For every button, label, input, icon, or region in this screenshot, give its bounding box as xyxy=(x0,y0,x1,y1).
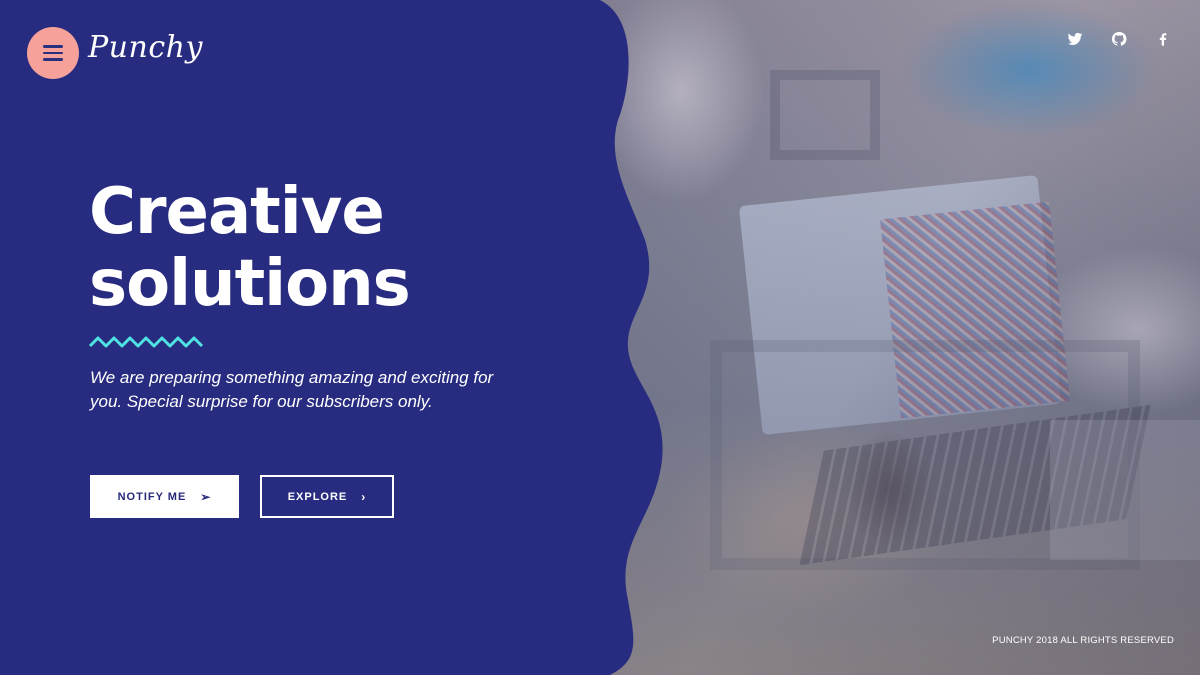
hero-title: Creative solutions xyxy=(89,176,509,320)
explore-button[interactable]: EXPLORE › xyxy=(260,475,394,518)
menu-button[interactable] xyxy=(27,27,79,79)
chevron-right-icon: › xyxy=(361,489,367,504)
facebook-icon[interactable] xyxy=(1154,30,1172,48)
github-icon[interactable] xyxy=(1110,30,1128,48)
hero-title-line2: solutions xyxy=(89,247,411,321)
social-links xyxy=(1066,30,1172,48)
twitter-icon[interactable] xyxy=(1066,30,1084,48)
copyright-text: PUNCHY 2018 ALL RIGHTS RESERVED xyxy=(992,635,1174,646)
zigzag-divider xyxy=(89,336,204,348)
explore-label: EXPLORE xyxy=(287,490,348,503)
hero-title-line1: Creative xyxy=(89,175,385,249)
brand-logo[interactable]: Punchy xyxy=(88,30,203,65)
send-arrow-icon: ➢ xyxy=(200,489,212,504)
notify-me-label: NOTIFY ME xyxy=(117,490,187,503)
hamburger-icon xyxy=(43,45,63,48)
hero-description: We are preparing something amazing and e… xyxy=(90,368,494,411)
notify-me-button[interactable]: NOTIFY ME ➢ xyxy=(90,475,239,518)
